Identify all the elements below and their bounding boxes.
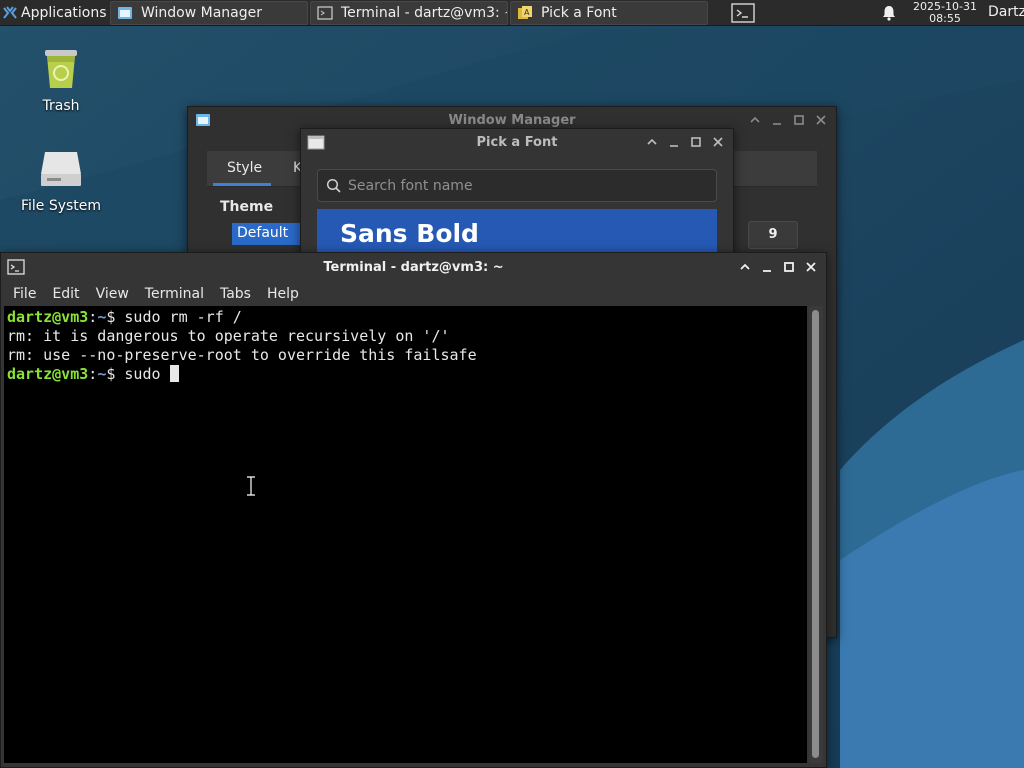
font-icon: A xyxy=(518,6,532,19)
drive-icon xyxy=(41,152,81,186)
minimize-icon xyxy=(763,270,771,272)
window-title: Terminal - dartz@vm3: ~ xyxy=(323,259,504,275)
maximize-button[interactable] xyxy=(790,111,808,129)
minimize-icon xyxy=(773,123,781,125)
minimize-icon xyxy=(670,145,678,147)
search-icon xyxy=(326,178,341,193)
pick-a-font-window: Pick a Font Sans Bold xyxy=(300,128,734,259)
close-button[interactable] xyxy=(802,258,820,276)
terminal-scrollbar[interactable] xyxy=(809,306,823,763)
taskbar-terminal[interactable]: Terminal - dartz@vm3: ~ xyxy=(310,1,508,25)
minimize-button[interactable] xyxy=(758,258,776,276)
terminal-line: rm: it is dangerous to operate recursive… xyxy=(7,327,450,345)
menu-terminal[interactable]: Terminal xyxy=(137,286,212,302)
taskbar-window-manager[interactable]: Window Manager xyxy=(110,1,308,25)
svg-text:A: A xyxy=(524,8,530,17)
window-title: Pick a Font xyxy=(476,134,558,150)
font-search-field[interactable] xyxy=(317,169,717,202)
applications-menu[interactable]: Applications xyxy=(0,0,111,26)
terminal-launcher-icon[interactable] xyxy=(728,2,758,24)
window-title: Window Manager xyxy=(448,112,576,128)
theme-list-item-default[interactable]: Default xyxy=(232,223,310,245)
close-button[interactable] xyxy=(709,133,727,151)
maximize-icon xyxy=(784,262,794,272)
font-size-value[interactable]: 9 xyxy=(748,221,798,249)
taskbar-label: Terminal - dartz@vm3: ~ xyxy=(341,5,508,21)
desktop-icon-label: Trash xyxy=(42,98,80,114)
applications-label: Applications xyxy=(21,4,107,21)
terminal-line: dartz@vm3:~$ sudo rm -rf / xyxy=(7,308,477,327)
notification-bell-icon[interactable] xyxy=(880,4,898,22)
taskbar-label: Pick a Font xyxy=(541,5,617,21)
desktop-icon-label: File System xyxy=(20,198,102,214)
desktop-icon-file-system[interactable]: File System xyxy=(6,148,116,214)
top-panel: Applications Window Manager Terminal - d… xyxy=(0,0,1024,26)
close-icon xyxy=(816,115,826,125)
terminal-lines: dartz@vm3:~$ sudo rm -rf / rm: it is dang… xyxy=(7,308,477,384)
terminal-menubar: File Edit View Terminal Tabs Help xyxy=(1,281,826,307)
prompt-user: dartz@vm3 xyxy=(7,365,89,383)
chevron-up-icon xyxy=(740,263,750,270)
font-search-input[interactable] xyxy=(348,177,708,194)
prompt-path: ~ xyxy=(97,308,107,326)
text-cursor xyxy=(169,365,179,382)
chevron-up-icon xyxy=(647,138,657,145)
close-button[interactable] xyxy=(812,111,830,129)
menu-edit[interactable]: Edit xyxy=(44,286,87,302)
chevron-up-icon xyxy=(750,116,760,123)
prompt-user: dartz@vm3 xyxy=(7,308,89,326)
terminal-line: rm: use --no-preserve-root to override t… xyxy=(7,346,477,364)
window-titlebar[interactable]: Terminal - dartz@vm3: ~ xyxy=(1,253,826,281)
menu-view[interactable]: View xyxy=(88,286,137,302)
terminal-icon xyxy=(7,259,25,275)
theme-heading: Theme xyxy=(220,199,274,215)
taskbar-pick-a-font[interactable]: A Pick a Font xyxy=(510,1,708,25)
trash-icon xyxy=(45,50,77,88)
maximize-button[interactable] xyxy=(687,133,705,151)
active-tab-indicator xyxy=(213,183,271,186)
menu-file[interactable]: File xyxy=(5,286,44,302)
shade-button[interactable] xyxy=(736,258,754,276)
close-icon xyxy=(713,137,723,147)
window-titlebar[interactable]: Pick a Font xyxy=(301,129,733,155)
command-text: sudo xyxy=(115,365,170,383)
menu-tabs[interactable]: Tabs xyxy=(212,286,259,302)
shade-button[interactable] xyxy=(746,111,764,129)
window-icon xyxy=(307,135,325,150)
prompt-separator: : xyxy=(88,365,98,383)
terminal-window: Terminal - dartz@vm3: ~ File Edit View T… xyxy=(0,252,827,768)
prompt-path: ~ xyxy=(97,365,107,383)
menu-help[interactable]: Help xyxy=(259,286,307,302)
panel-user-menu[interactable]: Dartz xyxy=(988,4,1024,20)
scrollbar-thumb[interactable] xyxy=(812,310,819,758)
maximize-icon xyxy=(691,137,701,147)
xfce-logo-icon xyxy=(3,5,17,19)
command-text: sudo rm -rf / xyxy=(115,308,242,326)
terminal-output[interactable]: dartz@vm3:~$ sudo rm -rf / rm: it is dang… xyxy=(4,306,807,763)
minimize-button[interactable] xyxy=(665,133,683,151)
tab-style[interactable]: Style xyxy=(227,160,262,176)
ibeam-cursor-icon xyxy=(247,476,255,496)
taskbar-label: Window Manager xyxy=(141,5,263,21)
maximize-button[interactable] xyxy=(780,258,798,276)
minimize-button[interactable] xyxy=(768,111,786,129)
terminal-icon xyxy=(317,6,333,20)
window-manager-icon xyxy=(196,114,210,126)
terminal-line: dartz@vm3:~$ sudo xyxy=(7,365,477,384)
maximize-icon xyxy=(794,115,804,125)
shade-button[interactable] xyxy=(643,133,661,151)
panel-clock[interactable]: 2025-10-31 08:55 xyxy=(906,1,984,25)
close-icon xyxy=(806,262,816,272)
window-manager-icon xyxy=(118,7,132,19)
desktop-icon-trash[interactable]: Trash xyxy=(6,44,116,114)
prompt-separator: : xyxy=(88,308,98,326)
clock-time: 08:55 xyxy=(929,12,961,25)
